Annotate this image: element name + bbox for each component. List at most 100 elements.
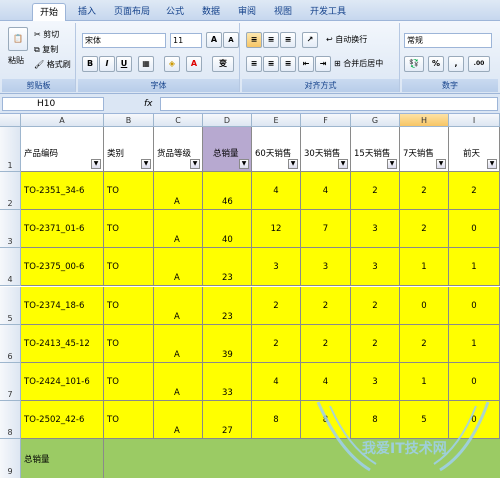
filter-dropdown-icon[interactable]: ▼ (91, 159, 101, 169)
column-header-h[interactable]: H (400, 114, 449, 127)
tab-formulas[interactable]: 公式 (160, 3, 190, 21)
sales-prev-day-cell[interactable]: 1 (449, 324, 500, 363)
copy-button[interactable]: ⧉ 复制 (34, 44, 58, 56)
sales-30-cell[interactable]: 2 (301, 286, 351, 325)
font-color-icon[interactable]: A (186, 56, 202, 72)
grade-cell[interactable]: A (154, 324, 203, 363)
shrink-font-button[interactable]: A (223, 32, 239, 48)
align-center-icon[interactable]: ≡ (263, 56, 279, 72)
sales-60-cell[interactable]: 4 (252, 172, 301, 210)
category-cell[interactable]: TO (104, 324, 154, 363)
name-box[interactable]: H10 (2, 97, 104, 111)
grow-font-button[interactable]: A (206, 32, 222, 48)
font-name-select[interactable]: 宋体 (82, 33, 166, 48)
filter-dropdown-icon[interactable]: ▼ (239, 159, 249, 169)
filter-dropdown-icon[interactable]: ▼ (436, 159, 446, 169)
total-sales-cell[interactable]: 27 (203, 401, 252, 440)
sales-7-cell[interactable]: 2 (400, 172, 449, 210)
total-label-cell[interactable]: 总销量 (21, 439, 104, 478)
office-button[interactable] (4, 3, 24, 21)
total-sales-cell[interactable]: 23 (203, 286, 252, 325)
sales-7-cell[interactable]: 1 (400, 248, 449, 287)
tab-page-layout[interactable]: 页面布局 (108, 3, 156, 21)
header-cell-7-day-sales[interactable]: 7天销售 ▼ (400, 127, 449, 172)
merge-center-button[interactable]: ⊞ 合并后居中 (334, 58, 383, 70)
sales-60-cell[interactable]: 8 (252, 401, 301, 440)
tab-view[interactable]: 视图 (268, 3, 298, 21)
total-sales-cell[interactable]: 23 (203, 248, 252, 287)
sales-15-cell[interactable]: 3 (351, 210, 400, 249)
tab-review[interactable]: 审阅 (232, 3, 262, 21)
orientation-icon[interactable]: ↗ (302, 32, 318, 48)
category-cell[interactable]: TO (104, 172, 154, 210)
column-header-f[interactable]: F (301, 114, 351, 127)
decrease-indent-icon[interactable]: ⇤ (298, 56, 314, 72)
category-cell[interactable]: TO (104, 286, 154, 325)
grade-cell[interactable]: A (154, 286, 203, 325)
grade-cell[interactable]: A (154, 363, 203, 401)
bold-button[interactable]: B (82, 56, 98, 72)
font-size-select[interactable]: 11 (170, 33, 202, 48)
grade-cell[interactable]: A (154, 172, 203, 210)
percent-button[interactable]: % (428, 56, 444, 72)
category-cell[interactable]: TO (104, 401, 154, 440)
increase-indent-icon[interactable]: ⇥ (315, 56, 331, 72)
cut-button[interactable]: ✂ 剪切 (34, 29, 59, 41)
product-code-cell[interactable]: TO-2351_34-6 (21, 172, 104, 210)
format-painter-button[interactable]: 🖌 格式刷 (34, 59, 71, 71)
product-code-cell[interactable]: TO-2424_101-6 (21, 363, 104, 401)
sales-prev-day-cell[interactable]: 1 (449, 248, 500, 287)
column-header-c[interactable]: C (154, 114, 203, 127)
header-cell-total-sales[interactable]: 总销量 ▼ (203, 127, 252, 172)
product-code-cell[interactable]: TO-2413_45-12 (21, 324, 104, 363)
filter-dropdown-icon[interactable]: ▼ (190, 159, 200, 169)
column-header-i[interactable]: I (449, 114, 500, 127)
tab-data[interactable]: 数据 (196, 3, 226, 21)
header-cell-15-day-sales[interactable]: 15天销售 ▼ (351, 127, 400, 172)
paste-icon[interactable]: 📋 (8, 27, 28, 51)
sales-7-cell[interactable]: 2 (400, 324, 449, 363)
sales-7-cell[interactable]: 0 (400, 286, 449, 325)
sales-15-cell[interactable]: 2 (351, 286, 400, 325)
tab-developer[interactable]: 开发工具 (304, 3, 352, 21)
product-code-cell[interactable]: TO-2502_42-6 (21, 401, 104, 440)
product-code-cell[interactable]: TO-2374_18-6 (21, 286, 104, 325)
select-all-corner[interactable] (0, 114, 21, 127)
tab-insert[interactable]: 插入 (70, 3, 104, 21)
total-sales-cell[interactable]: 39 (203, 324, 252, 363)
total-sales-cell[interactable]: 46 (203, 172, 252, 210)
fill-color-icon[interactable]: ◈ (164, 56, 180, 72)
sales-30-cell[interactable]: 7 (301, 210, 351, 249)
align-left-icon[interactable]: ≡ (246, 56, 262, 72)
row-header[interactable]: 1 (0, 127, 21, 172)
header-cell-product-code[interactable]: 产品编码 ▼ (21, 127, 104, 172)
header-cell-grade[interactable]: 货品等级 ▼ (154, 127, 203, 172)
column-header-e[interactable]: E (252, 114, 301, 127)
sales-prev-day-cell[interactable]: 0 (449, 286, 500, 325)
row-header[interactable]: 3 (0, 210, 21, 249)
header-cell-day-before[interactable]: 前天 ▼ (449, 127, 500, 172)
header-cell-category[interactable]: 类别 ▼ (104, 127, 154, 172)
sales-15-cell[interactable]: 2 (351, 324, 400, 363)
sales-15-cell[interactable]: 3 (351, 248, 400, 287)
category-cell[interactable]: TO (104, 248, 154, 287)
row-header[interactable]: 9 (0, 439, 21, 478)
increase-decimal-icon[interactable]: .00 (468, 56, 490, 72)
row-header[interactable]: 7 (0, 363, 21, 401)
italic-button[interactable]: I (99, 56, 115, 72)
sales-30-cell[interactable]: 3 (301, 248, 351, 287)
sales-prev-day-cell[interactable]: 0 (449, 210, 500, 249)
sales-15-cell[interactable]: 2 (351, 172, 400, 210)
row-header[interactable]: 6 (0, 324, 21, 363)
sales-60-cell[interactable]: 3 (252, 248, 301, 287)
filter-dropdown-icon[interactable]: ▼ (288, 159, 298, 169)
filter-dropdown-icon[interactable]: ▼ (141, 159, 151, 169)
total-sales-cell[interactable]: 33 (203, 363, 252, 401)
row-header[interactable]: 8 (0, 401, 21, 440)
grade-cell[interactable]: A (154, 248, 203, 287)
fx-icon[interactable]: fx (144, 97, 156, 111)
product-code-cell[interactable]: TO-2375_00-6 (21, 248, 104, 287)
sales-60-cell[interactable]: 2 (252, 286, 301, 325)
filter-dropdown-icon[interactable]: ▼ (487, 159, 497, 169)
tab-home[interactable]: 开始 (32, 3, 66, 21)
